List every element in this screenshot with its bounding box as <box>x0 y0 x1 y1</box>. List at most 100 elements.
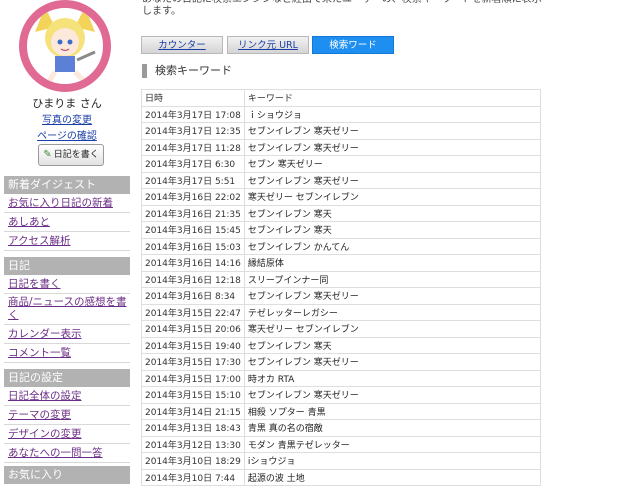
row-datetime: 2014年3月10日 7:44 <box>141 468 245 486</box>
favorites-section: お気に入り <box>4 466 130 484</box>
diary-section: 日記 日記を書く 商品/ニュースの感想を書く カレンダー表示 コメント一覧 <box>4 257 130 363</box>
row-datetime: 2014年3月15日 17:30 <box>141 353 245 371</box>
row-datetime: 2014年3月16日 8:34 <box>141 287 245 305</box>
row-keyword: セブンイレブン 寒天ゼリー <box>243 171 542 189</box>
tab-search-keyword[interactable]: 検索ワード <box>312 36 394 54</box>
row-datetime: 2014年3月16日 14:16 <box>141 254 245 272</box>
table-row: 2014年3月10日 18:29 iショウジョ <box>141 452 542 470</box>
sidebar-item-label[interactable]: テーマの変更 <box>8 409 71 421</box>
tab-label: カウンター <box>158 40 206 51</box>
tab-referer-url[interactable]: リンク元 URL <box>227 36 309 54</box>
user-name: ひまりま さん <box>32 97 102 110</box>
row-datetime: 2014年3月15日 22:47 <box>141 303 245 321</box>
write-diary-button-label: 日記を書く <box>53 150 99 160</box>
table-row: 2014年3月15日 17:00 時オカ RTA <box>141 369 542 387</box>
sidebar-item-label[interactable]: アクセス解析 <box>8 235 70 247</box>
row-keyword: セブン 寒天ゼリー <box>243 155 542 173</box>
row-datetime: 2014年3月13日 18:43 <box>141 419 245 437</box>
row-datetime: 2014年3月17日 5:51 <box>141 171 245 189</box>
sidebar-item-comments[interactable]: コメント一覧 <box>4 344 130 363</box>
change-photo-link[interactable]: 写真の変更 <box>42 115 92 126</box>
table-row: 2014年3月15日 15:10 セブンイレブン 寒天ゼリー <box>141 386 542 404</box>
row-datetime: 2014年3月17日 11:28 <box>141 138 245 156</box>
row-datetime: 2014年3月17日 17:08 <box>141 105 245 123</box>
sidebar-item-label[interactable]: カレンダー表示 <box>8 328 82 340</box>
sidebar-item-qa[interactable]: あなたへの一問一答 <box>4 444 130 463</box>
table-row: 2014年3月14日 21:15 相殺 ソプター 青黒 <box>141 402 542 420</box>
row-keyword: セブンイレブン 寒天ゼリー <box>243 386 542 404</box>
table-row: 2014年3月12日 13:30 モダン 青黒テゼレッター <box>141 435 542 453</box>
row-keyword: セブンイレブン 寒天 <box>243 336 542 354</box>
table-row: 2014年3月15日 20:06 寒天ゼリー セブンイレブン <box>141 320 542 338</box>
row-keyword: セブンイレブン 寒天ゼリー <box>243 353 542 371</box>
tab-label: リンク元 URL <box>238 40 298 51</box>
sidebar-item-write-review[interactable]: 商品/ニュースの感想を書く <box>4 294 130 325</box>
table-row: 2014年3月16日 15:03 セブンイレブン かんてん <box>141 237 542 255</box>
sidebar-item-write-diary[interactable]: 日記を書く <box>4 275 130 294</box>
row-keyword: セブンイレブン 寒天 <box>243 221 542 239</box>
row-keyword: セブンイレブン 寒天ゼリー <box>243 138 542 156</box>
table-row: 2014年3月16日 12:18 スリープインナー同 <box>141 270 542 288</box>
write-diary-button[interactable]: ✎ 日記を書く <box>38 144 104 166</box>
sidebar-item-design[interactable]: デザインの変更 <box>4 425 130 444</box>
table-row: 2014年3月17日 11:28 セブンイレブン 寒天ゼリー <box>141 138 542 156</box>
sidebar: ひまりま さん 写真の変更 ページの確認 ✎ 日記を書く 新着ダイジェスト お気に… <box>0 0 132 484</box>
table-row: 2014年3月15日 17:30 セブンイレブン 寒天ゼリー <box>141 353 542 371</box>
column-header-keyword: キーワード <box>243 89 542 107</box>
row-datetime: 2014年3月14日 21:15 <box>141 402 245 420</box>
table-row: 2014年3月10日 7:44 起源の波 土地 <box>141 468 542 486</box>
row-datetime: 2014年3月16日 15:45 <box>141 221 245 239</box>
row-keyword: 青黒 真の名の宿敵 <box>243 419 542 437</box>
row-datetime: 2014年3月15日 20:06 <box>141 320 245 338</box>
tab-label: 検索ワード <box>329 40 377 51</box>
settings-section-title: 日記の設定 <box>4 369 130 387</box>
row-keyword: 縁結原体 <box>243 254 542 272</box>
row-datetime: 2014年3月17日 6:30 <box>141 155 245 173</box>
keyword-table: 日時 キーワード 2014年3月17日 17:08 ｉショウジョ 2014年3月17… <box>141 89 542 486</box>
row-keyword: 相殺 ソプター 青黒 <box>243 402 542 420</box>
sidebar-item-label[interactable]: あなたへの一問一答 <box>8 447 103 459</box>
table-row: 2014年3月16日 21:35 セブンイレブン 寒天 <box>141 204 542 222</box>
sidebar-item-theme[interactable]: テーマの変更 <box>4 406 130 425</box>
tab-counter[interactable]: カウンター <box>141 36 223 54</box>
sidebar-item-label[interactable]: あしあと <box>8 216 50 228</box>
sidebar-item-label[interactable]: デザインの変更 <box>8 428 82 440</box>
table-row: 2014年3月17日 5:51 セブンイレブン 寒天ゼリー <box>141 171 542 189</box>
table-row: 2014年3月15日 19:40 セブンイレブン 寒天 <box>141 336 542 354</box>
digest-section: 新着ダイジェスト お気に入り日記の新着 あしあと アクセス解析 <box>4 176 130 251</box>
row-keyword: 寒天ゼリー セブンイレブン <box>243 320 542 338</box>
table-row: 2014年3月16日 22:02 寒天ゼリー セブンイレブン <box>141 188 542 206</box>
row-keyword: 寒天ゼリー セブンイレブン <box>243 188 542 206</box>
table-row: 2014年3月17日 17:08 ｉショウジョ <box>141 105 542 123</box>
row-keyword: スリープインナー同 <box>243 270 542 288</box>
table-row: 2014年3月15日 22:47 テゼレッターレガシー <box>141 303 542 321</box>
row-keyword: 起源の波 土地 <box>243 468 542 486</box>
row-datetime: 2014年3月15日 15:10 <box>141 386 245 404</box>
sidebar-item-label[interactable]: 日記を書く <box>8 278 61 290</box>
sidebar-item-label[interactable]: 商品/ニュースの感想を書く <box>8 296 127 321</box>
sidebar-item-diary-settings[interactable]: 日記全体の設定 <box>4 387 130 406</box>
sidebar-item-calendar[interactable]: カレンダー表示 <box>4 325 130 344</box>
table-row: 2014年3月16日 15:45 セブンイレブン 寒天 <box>141 221 542 239</box>
favorites-section-title: お気に入り <box>4 466 130 484</box>
sidebar-item-label[interactable]: コメント一覧 <box>8 347 71 359</box>
digest-section-title: 新着ダイジェスト <box>4 176 130 194</box>
sidebar-item-favorite-diary-updates[interactable]: お気に入り日記の新着 <box>4 194 130 213</box>
table-row: 2014年3月16日 8:34 セブンイレブン 寒天ゼリー <box>141 287 542 305</box>
table-row: 2014年3月13日 18:43 青黒 真の名の宿敵 <box>141 419 542 437</box>
sidebar-item-label[interactable]: お気に入り日記の新着 <box>8 197 113 209</box>
view-page-link[interactable]: ページの確認 <box>37 131 97 142</box>
sidebar-item-access-analysis[interactable]: アクセス解析 <box>4 232 130 251</box>
row-datetime: 2014年3月15日 19:40 <box>141 336 245 354</box>
row-datetime: 2014年3月16日 22:02 <box>141 188 245 206</box>
settings-section: 日記の設定 日記全体の設定 テーマの変更 デザインの変更 あなたへの一問一答 <box>4 369 130 463</box>
sidebar-item-label[interactable]: 日記全体の設定 <box>8 390 82 402</box>
column-header-date: 日時 <box>141 89 245 107</box>
row-datetime: 2014年3月16日 15:03 <box>141 237 245 255</box>
avatar[interactable] <box>19 0 111 92</box>
row-keyword: セブンイレブン 寒天 <box>243 204 542 222</box>
section-title: 検索キーワード <box>142 64 232 78</box>
sidebar-item-footprints[interactable]: あしあと <box>4 213 130 232</box>
row-keyword: セブンイレブン 寒天ゼリー <box>243 287 542 305</box>
row-keyword: セブンイレブン かんてん <box>243 237 542 255</box>
